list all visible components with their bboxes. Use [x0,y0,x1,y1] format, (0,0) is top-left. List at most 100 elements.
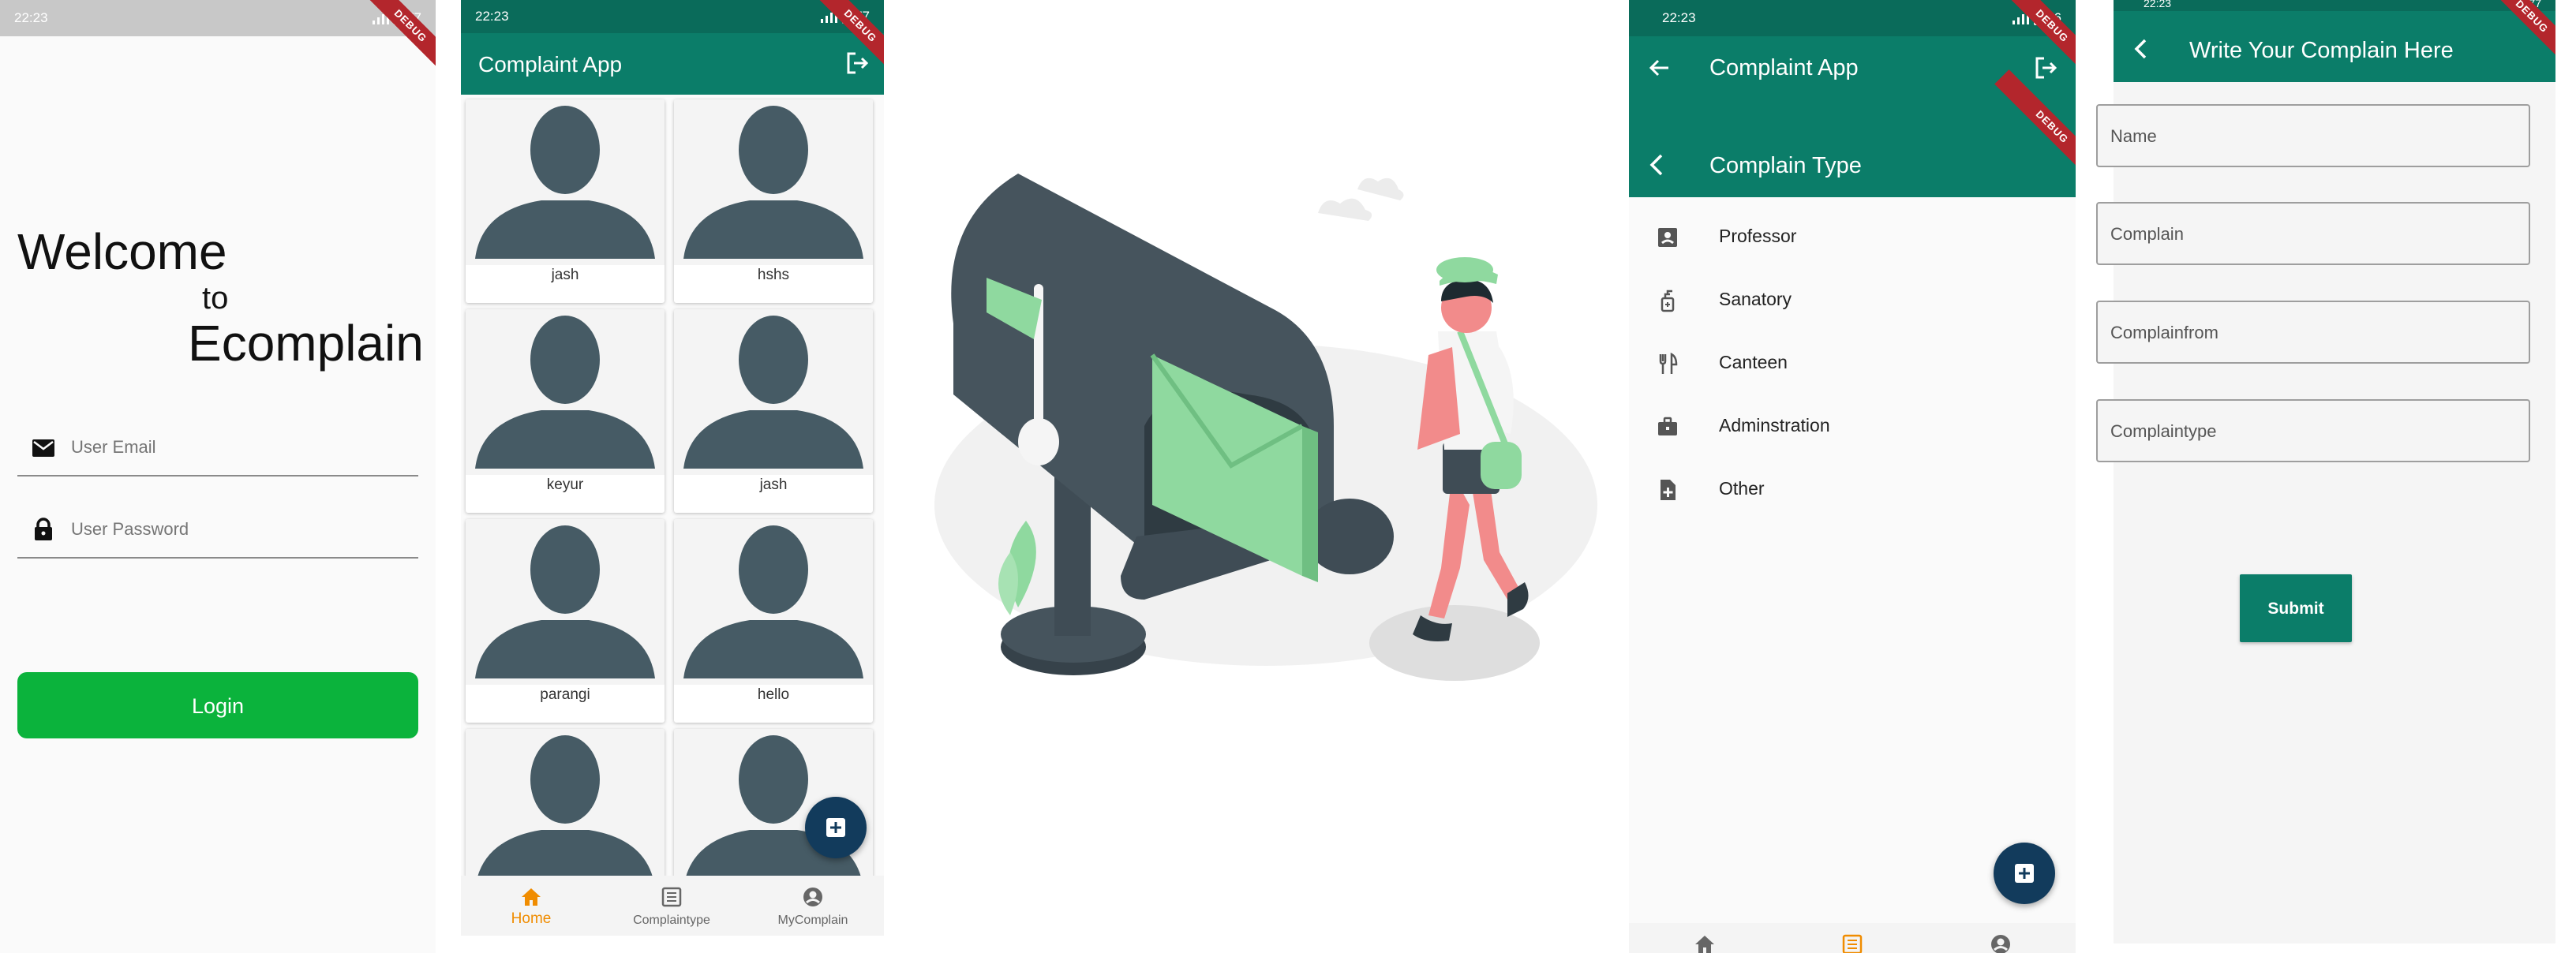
status-time: 22:23 [1662,10,1696,25]
complain-field[interactable] [2096,202,2530,265]
status-time: 22:23 [14,10,48,25]
complaintype-input[interactable] [2109,401,2522,462]
account-icon[interactable] [1990,934,2011,953]
type-item-label: Canteen [1719,352,1788,372]
person-card[interactable]: keyur [466,309,665,513]
nav-home-label: Home [511,910,552,927]
type-item-label: Other [1719,478,1765,499]
app-bar: Complaint App [461,33,884,95]
bottom-nav [1629,923,2076,953]
add-box-icon [2015,864,2034,883]
email-input[interactable] [69,429,412,465]
person-card[interactable]: hello [674,519,873,723]
nav-complaintype[interactable]: Complaintype [601,876,742,936]
page-title: Write Your Complain Here [2189,38,2454,63]
page-title: Complain Type [1709,153,1862,178]
cloud-icon [1318,198,1372,221]
status-bar: 22:23 77 [2114,0,2555,11]
mail-illustration [908,95,1602,805]
home-icon[interactable] [1694,934,1716,953]
logout-icon[interactable] [2033,55,2058,80]
submit-button[interactable]: Submit [2240,574,2352,642]
person-card[interactable]: parangi [466,519,665,723]
to-text: to [202,281,229,316]
type-item-label: Professor [1719,226,1797,246]
mailbox-illustration [934,174,1597,681]
type-item-label: Adminstration [1719,415,1830,435]
submit-button-label: Submit [2267,600,2324,618]
sub-app-bar: Complain Type [1629,99,2076,197]
email-field[interactable] [17,418,418,476]
person-card[interactable]: jash [466,99,665,303]
brand-heading: Ecomplain [188,315,424,372]
home-icon [522,888,541,906]
home-screen: 22:23 77 Complaint App DEBUG jash hshs k… [461,0,884,936]
avatar [674,309,873,475]
app-title: Complaint App [478,52,623,77]
person-card[interactable] [466,729,665,877]
person-card[interactable]: hshs [674,99,873,303]
complainfrom-input[interactable] [2109,302,2522,364]
welcome-heading: Welcome [17,223,227,280]
person-name: jash [551,267,579,283]
password-input[interactable] [69,511,412,548]
contact-card-icon [1658,228,1677,247]
complain-input[interactable] [2109,204,2522,265]
avatar [466,519,665,685]
type-item-professor[interactable]: Professor [1629,205,2076,268]
lock-icon [35,518,52,540]
list-icon [661,887,682,907]
app-bar: Write Your Complain Here [2114,11,2555,82]
avatar [674,519,873,685]
add-complaint-fab[interactable] [1994,843,2055,904]
name-field[interactable] [2096,104,2530,167]
status-time: 22:23 [475,9,509,24]
avatar [466,99,665,265]
briefcase-icon [1658,417,1677,435]
person-name: hshs [757,267,790,283]
complain-type-screen: 22:23 76 Complaint App Complain Type DEB… [1629,0,2076,953]
login-screen: 22:23 77 DEBUG Welcome to Ecomplain Logi… [0,0,436,953]
status-bar: 22:23 77 [0,0,436,36]
person-name: jash [759,476,788,493]
complainfrom-field[interactable] [2096,301,2530,364]
nav-home[interactable]: Home [461,876,601,936]
login-button-label: Login [191,694,245,718]
type-item-other[interactable]: Other [1629,458,2076,521]
add-file-icon [1661,480,1676,500]
chevron-left-icon[interactable] [1648,153,1665,177]
chevron-left-icon[interactable] [2132,38,2148,60]
avatar [674,99,873,265]
type-item-adminstration[interactable]: Adminstration [1629,394,2076,458]
list-icon[interactable] [1842,934,1863,953]
app-title: Complaint App [1709,55,1859,80]
nav-mycomplain-label: MyComplain [777,914,848,927]
logout-icon[interactable] [844,50,870,76]
mail-icon [32,439,54,457]
restaurant-icon [1659,352,1678,374]
add-complaint-fab[interactable] [805,797,867,858]
person-name: hello [757,686,790,703]
status-bar: 22:23 76 [1629,0,2076,36]
walker-shadow [1369,605,1540,681]
nav-mycomplain[interactable]: MyComplain [742,876,884,936]
bottom-nav: Home Complaintype MyComplain [461,876,884,936]
name-input[interactable] [2109,106,2522,167]
cloud-icon [1357,178,1404,200]
person-card[interactable]: jash [674,309,873,513]
type-item-canteen[interactable]: Canteen [1629,331,2076,394]
login-button[interactable]: Login [17,672,418,738]
nav-complaintype-label: Complaintype [633,914,710,927]
type-item-sanatory[interactable]: Sanatory [1629,268,2076,331]
status-time: 22:23 [2144,0,2172,9]
complaintype-field[interactable] [2096,399,2530,462]
back-arrow-icon[interactable] [1648,57,1670,79]
status-bar: 22:23 77 [461,0,884,33]
password-field[interactable] [17,500,418,559]
avatar [466,729,665,877]
account-icon [803,888,822,906]
person-name: parangi [540,686,590,703]
people-grid: jash hshs keyur jash parangi hello [461,96,884,877]
add-box-icon [826,818,845,837]
sanitizer-icon [1661,290,1675,312]
